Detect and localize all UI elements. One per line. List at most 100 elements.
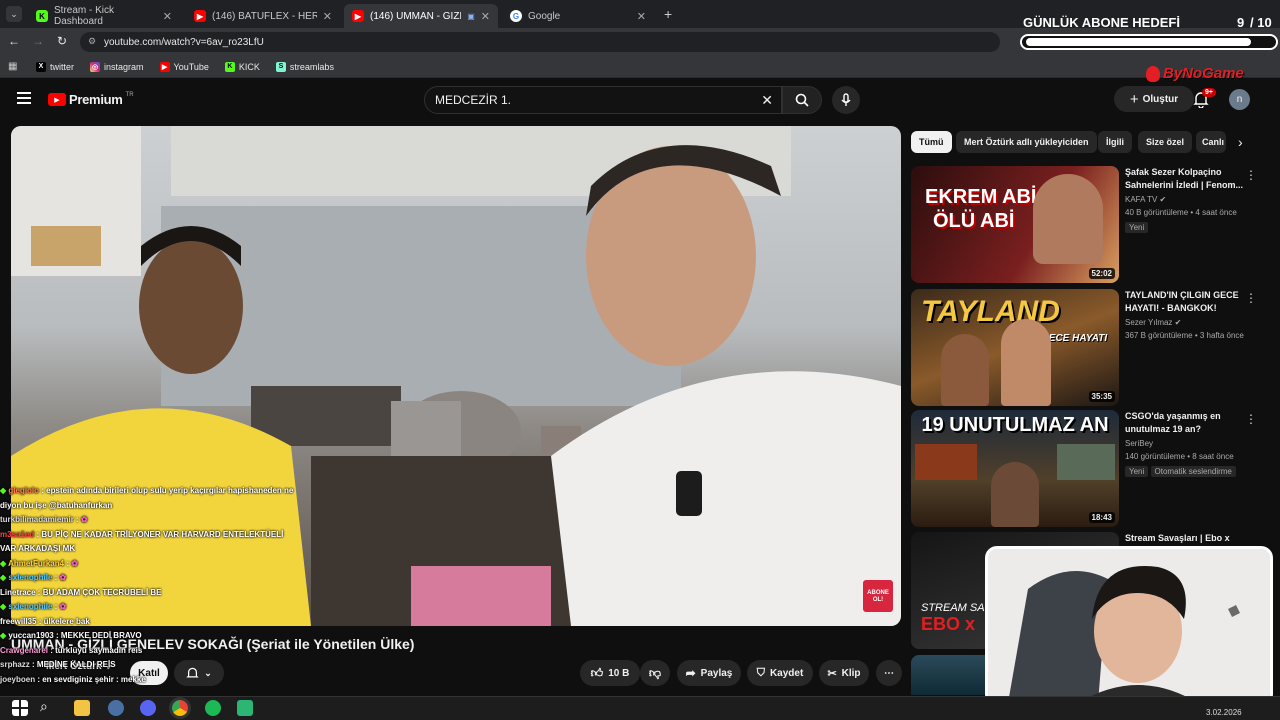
thumbnail-text: 19 UNUTULMAZ AN: [921, 414, 1109, 436]
close-icon[interactable]: ✕: [323, 10, 332, 23]
spotify-icon[interactable]: [205, 700, 221, 716]
more-actions-button[interactable]: ⋯: [876, 660, 902, 686]
scissors-icon: ✂: [827, 667, 837, 680]
verified-icon: ✔: [1159, 195, 1167, 204]
brand-text: ByNoGame: [1163, 65, 1244, 82]
chip-from-uploader[interactable]: Mert Öztürk adlı yükleyiciden: [956, 131, 1097, 153]
stream-chat-overlay: ◆ gleglolo : epstein adında birileri olu…: [0, 484, 300, 687]
recommendation-channel: KAFA TV ✔: [1125, 195, 1167, 204]
mic-icon: [841, 93, 851, 106]
chrome-icon[interactable]: [172, 700, 188, 716]
search-icon[interactable]: ⌕: [40, 698, 48, 715]
tab-kick-dashboard[interactable]: K Stream - Kick Dashboard ✕: [28, 4, 180, 28]
goal-title: GÜNLÜK ABONE HEDEFİ: [1023, 15, 1180, 30]
duration-badge: 52:02: [1088, 268, 1115, 279]
chevron-right-icon[interactable]: ›: [1238, 134, 1243, 150]
chip-live[interactable]: Canlı: [1196, 131, 1226, 153]
bookmark-twitter[interactable]: Xtwitter: [36, 61, 74, 72]
back-icon[interactable]: ←: [8, 34, 20, 48]
bookmark-kick[interactable]: K KICK: [224, 61, 260, 72]
flame-icon: [1146, 65, 1160, 82]
video-thumbnail[interactable]: TAYLAND GECE HAYATI 35:35: [911, 289, 1119, 406]
like-button[interactable]: 👍︎ 10 B: [580, 660, 640, 686]
badge-row: Yeni: [1125, 219, 1149, 233]
search-input[interactable]: MEDCEZİR 1. ✕: [424, 86, 782, 114]
recommendation-item[interactable]: 19 UNUTULMAZ AN 18:43 CSGO'da yaşanmış e…: [911, 410, 1267, 528]
notifications-button[interactable]: 9+: [1193, 88, 1216, 110]
apps-grid-icon[interactable]: ▦: [8, 61, 17, 72]
tab-title: (146) UMMAN - GİZLİ GENE: [370, 10, 461, 22]
app-icon[interactable]: [108, 700, 124, 716]
clip-label: Klip: [841, 667, 861, 679]
recommendation-channel: Sezer Yılmaz ✔: [1125, 318, 1182, 327]
thumbnail-face: [1033, 174, 1103, 264]
youtube-icon: ▶: [352, 10, 364, 22]
tab-batuflex[interactable]: ▶ (146) BATUFLEX - HERMES 2.0 ( ✕: [186, 4, 340, 28]
more-vert-icon[interactable]: ⋮: [1245, 168, 1257, 182]
share-button[interactable]: ➦ Paylaş: [677, 660, 741, 686]
voice-search-button[interactable]: [832, 86, 860, 114]
goal-target: / 10: [1250, 15, 1272, 30]
tab-title: (146) BATUFLEX - HERMES 2.0 (: [212, 10, 317, 22]
chip-for-you[interactable]: Size özel: [1138, 131, 1193, 153]
chip-related[interactable]: İlgili: [1098, 131, 1132, 153]
recommendation-meta: 367 B görüntüleme • 3 hafta önce: [1125, 331, 1244, 340]
tab-google[interactable]: G Google ✕: [502, 4, 654, 28]
save-button[interactable]: ⛉ Kaydet: [747, 660, 813, 686]
video-thumbnail[interactable]: 19 UNUTULMAZ AN 18:43: [911, 410, 1119, 527]
more-vert-icon[interactable]: ⋮: [1245, 291, 1257, 305]
bookmark-label: KICK: [238, 61, 260, 72]
search-button[interactable]: [782, 86, 822, 114]
forward-icon[interactable]: →: [32, 34, 44, 48]
chat-message: srphazz : MEDİNE KALDI REİS: [0, 660, 116, 669]
close-icon[interactable]: ✕: [481, 10, 490, 23]
app-icon[interactable]: [237, 700, 253, 716]
youtube-premium-logo[interactable]: ▶ Premium TR: [48, 92, 134, 107]
close-icon[interactable]: ✕: [163, 10, 172, 23]
bookmark-label: instagram: [104, 61, 144, 72]
bookmark-youtube[interactable]: ▶ YouTube: [159, 61, 209, 72]
recommendation-item[interactable]: TAYLAND GECE HAYATI 35:35 TAYLAND'IN ÇIL…: [911, 289, 1267, 407]
address-bar[interactable]: ⚙ youtube.com/watch?v=6av_ro23LfU: [80, 32, 1000, 52]
recommendation-item[interactable]: EKREM ABİ ÖLÜ ABİ 52:02 Şafak Sezer Kolp…: [911, 166, 1267, 284]
recommendation-title: CSGO'da yaşanmış en unutulmaz 19 an?: [1125, 411, 1221, 434]
clip-button[interactable]: ✂ Klip: [819, 660, 869, 686]
recommendation-title: Şafak Sezer Kolpaçino Sahnelerini İzledi…: [1125, 167, 1244, 190]
avatar[interactable]: n: [1229, 89, 1250, 110]
duration-badge: 18:43: [1088, 512, 1115, 523]
bookmark-instagram[interactable]: ◎ instagram: [90, 61, 144, 72]
recommendation-meta: 40 B görüntüleme • 4 saat önce: [1125, 208, 1237, 217]
webcam-feed: [988, 549, 1270, 703]
site-info-icon[interactable]: ⚙: [88, 36, 96, 47]
recommendation-title: TAYLAND'IN ÇILGIN GECE HAYATI! - BANGKOK…: [1125, 290, 1239, 313]
windows-taskbar: [0, 696, 1280, 720]
chip-all[interactable]: Tümü: [911, 131, 952, 153]
badge-row: Yeni Otomatik seslendirme: [1125, 463, 1236, 477]
clear-search-icon[interactable]: ✕: [761, 92, 773, 109]
bookmark-streamlabs[interactable]: Sstreamlabs: [275, 61, 334, 72]
thumbnail-face: [991, 462, 1039, 527]
reload-icon[interactable]: ↻: [57, 34, 67, 48]
close-icon[interactable]: ✕: [637, 10, 646, 23]
goal-progress-fill: [1026, 38, 1251, 46]
video-thumbnail[interactable]: EKREM ABİ ÖLÜ ABİ 52:02: [911, 166, 1119, 283]
tab-search-button[interactable]: ⌄: [6, 6, 22, 22]
menu-icon[interactable]: [17, 92, 31, 104]
new-tab-button[interactable]: +: [664, 6, 672, 22]
share-icon: ➦: [685, 666, 696, 680]
duration-badge: 35:35: [1088, 391, 1115, 402]
chat-message: ◆ AhmetFurkan4 : ✿: [0, 558, 78, 568]
bynogame-logo: ByNoGame: [1146, 65, 1244, 82]
audio-icon: ▣: [467, 11, 475, 21]
streamlabs-icon: S: [275, 61, 286, 72]
subscribe-badge: ABONE OL!: [863, 580, 893, 612]
windows-icon[interactable]: [12, 700, 28, 716]
recommendation-meta: 140 görüntüleme • 8 saat önce: [1125, 452, 1234, 461]
dislike-button[interactable]: 👎︎: [640, 660, 670, 686]
tab-umman[interactable]: ▶ (146) UMMAN - GİZLİ GENE ▣ ✕: [344, 4, 498, 28]
more-vert-icon[interactable]: ⋮: [1245, 412, 1257, 426]
files-icon[interactable]: [74, 700, 90, 716]
discord-icon[interactable]: [140, 700, 156, 716]
chat-message: ◆ sxlenophile : ✿: [0, 602, 67, 611]
create-button[interactable]: + Oluştur: [1114, 86, 1194, 112]
